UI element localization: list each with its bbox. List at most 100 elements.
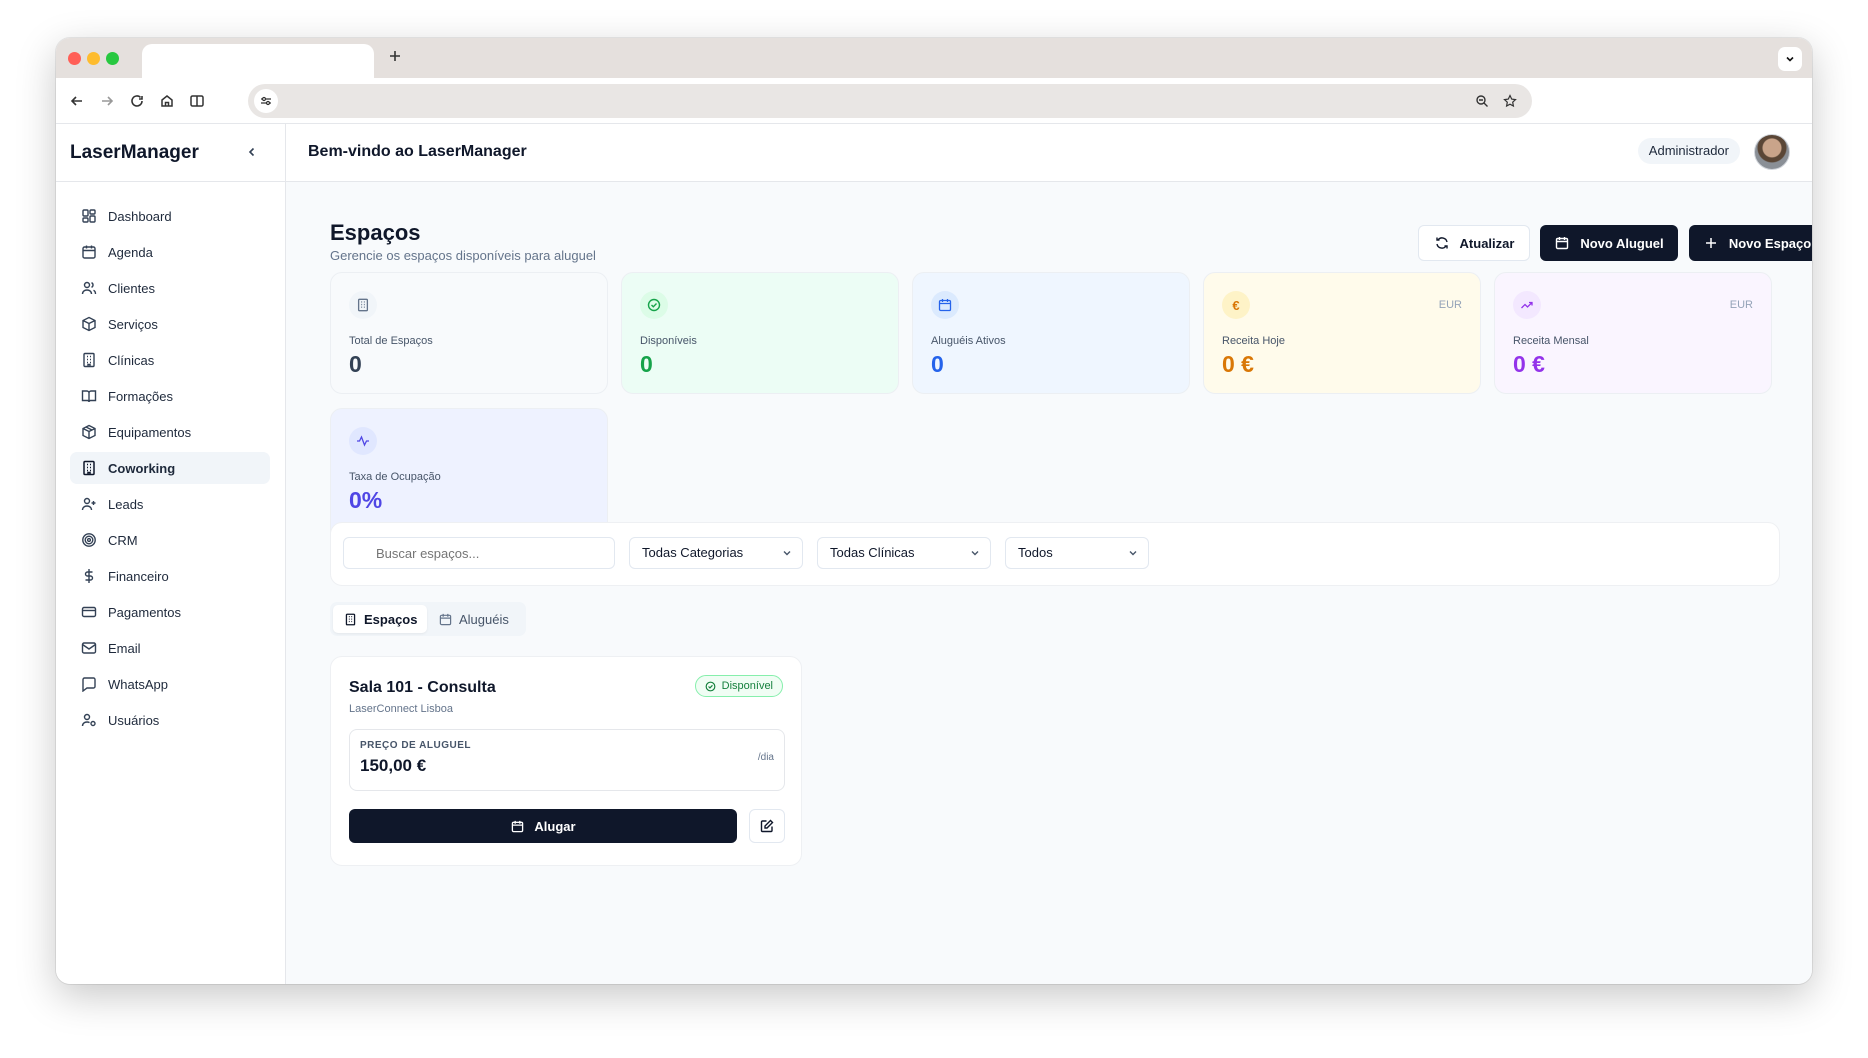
category-select-value: Todas Categorias: [642, 545, 744, 560]
stat-value: 0 €: [1222, 351, 1254, 377]
sidebar-item-label: Pagamentos: [108, 604, 181, 620]
price-value: 150,00 €: [360, 756, 427, 775]
browser-toolbar: [56, 78, 1812, 124]
sidebar-item-label: Usuários: [108, 712, 160, 728]
new-rental-button-label: Novo Aluguel: [1580, 235, 1664, 251]
sidebar-item-agenda[interactable]: Agenda: [70, 236, 270, 268]
rent-button[interactable]: Alugar: [349, 809, 737, 843]
edit-space-button[interactable]: [749, 809, 785, 843]
sidebar-item-label: Email: [108, 640, 141, 656]
arrow-right-icon: [102, 96, 114, 106]
close-window-button[interactable]: [68, 52, 81, 65]
bookmark-button[interactable]: [1500, 91, 1520, 111]
users-icon: [80, 279, 98, 297]
message-icon: [80, 675, 98, 693]
tab-label: Espaços: [364, 611, 418, 627]
site-settings-button[interactable]: [254, 89, 278, 113]
site-settings-icon: [261, 96, 271, 106]
sidebar-item-label: Equipamentos: [108, 424, 192, 440]
back-button[interactable]: [64, 88, 90, 114]
star-icon: [1503, 94, 1517, 108]
sidebar-item-label: Dashboard: [108, 208, 172, 224]
new-tab-button[interactable]: [384, 46, 406, 68]
brand-logo-text: LaserManager: [70, 142, 199, 163]
reload-button[interactable]: [124, 88, 150, 114]
sidebar-item-clientes[interactable]: Clientes: [70, 272, 270, 304]
status-select[interactable]: Todos: [1005, 537, 1149, 569]
chevron-down-icon: [971, 551, 979, 556]
sidebar-item-crm[interactable]: CRM: [70, 524, 270, 556]
sidebar: LaserManager Dashboard Agenda Clientes S…: [56, 124, 286, 984]
zoom-button[interactable]: [1472, 91, 1492, 111]
minimize-window-button[interactable]: [87, 52, 100, 65]
address-bar[interactable]: [248, 84, 1532, 118]
stat-value: 0: [349, 351, 362, 377]
calendar-icon: [510, 819, 524, 833]
new-space-button[interactable]: Novo Espaço: [1689, 225, 1812, 261]
forward-button[interactable]: [94, 88, 120, 114]
check-circle-icon: [705, 680, 717, 692]
tab-rentals[interactable]: Aluguéis: [428, 605, 519, 633]
clinic-select[interactable]: Todas Clínicas: [817, 537, 991, 569]
stat-card-available: Disponíveis 0: [621, 272, 899, 394]
target-icon: [80, 531, 98, 549]
clinic-select-value: Todas Clínicas: [830, 545, 915, 560]
calendar-icon: [80, 243, 98, 261]
sidebar-item-clinicas[interactable]: Clínicas: [70, 344, 270, 376]
refresh-button[interactable]: Atualizar: [1418, 225, 1530, 261]
search-input[interactable]: [343, 537, 615, 569]
maximize-window-button[interactable]: [106, 52, 119, 65]
new-rental-button[interactable]: Novo Aluguel: [1540, 225, 1678, 261]
sidebar-item-label: Coworking: [108, 460, 176, 476]
activity-icon: [349, 427, 377, 455]
sidebar-item-servicos[interactable]: Serviços: [70, 308, 270, 340]
sidebar-item-leads[interactable]: Leads: [70, 488, 270, 520]
category-select[interactable]: Todas Categorias: [629, 537, 803, 569]
role-badge: Administrador: [1637, 138, 1740, 164]
price-box: PREÇO DE ALUGUEL 150,00 € /dia: [349, 729, 785, 791]
sidebar-item-email[interactable]: Email: [70, 632, 270, 664]
calendar-icon: [1554, 235, 1570, 251]
page-subtitle: Gerencie os espaços disponíveis para alu…: [330, 248, 596, 263]
stat-label: Total de Espaços: [349, 335, 433, 347]
sidebar-item-label: CRM: [108, 532, 138, 548]
stat-value: 0 €: [1513, 351, 1545, 377]
user-cog-icon: [80, 711, 98, 729]
sidebar-item-label: Formações: [108, 388, 174, 404]
stat-label: Aluguéis Ativos: [931, 335, 1006, 347]
reading-view-button[interactable]: [184, 88, 210, 114]
sidebar-item-coworking[interactable]: Coworking: [70, 452, 270, 484]
sidebar-item-whatsapp[interactable]: WhatsApp: [70, 668, 270, 700]
sidebar-item-equipamentos[interactable]: Equipamentos: [70, 416, 270, 448]
tab-menu-button[interactable]: [1778, 47, 1802, 71]
stat-label: Taxa de Ocupação: [349, 471, 441, 483]
home-button[interactable]: [154, 88, 180, 114]
space-clinic: LaserConnect Lisboa: [349, 703, 453, 715]
avatar[interactable]: [1754, 134, 1790, 170]
building-icon: [349, 291, 377, 319]
reload-icon: [131, 95, 143, 107]
collapse-sidebar-button[interactable]: [242, 142, 262, 162]
sidebar-item-label: Agenda: [108, 244, 153, 260]
sidebar-item-financeiro[interactable]: Financeiro: [70, 560, 270, 592]
sidebar-item-usuarios[interactable]: Usuários: [70, 704, 270, 736]
mail-icon: [80, 639, 98, 657]
sidebar-item-label: Clientes: [108, 280, 155, 296]
main-content: Bem-vindo ao LaserManager Administrador …: [286, 124, 1812, 984]
stat-value: 0: [640, 351, 653, 377]
space-title: Sala 101 - Consulta: [349, 679, 496, 696]
chevron-down-icon: [783, 551, 791, 556]
space-card: Sala 101 - Consulta LaserConnect Lisboa …: [330, 656, 802, 866]
home-icon: [161, 95, 173, 107]
stat-card-monthly-revenue: EUR Receita Mensal 0 €: [1494, 272, 1772, 394]
tab-spaces[interactable]: Espaços: [333, 605, 428, 633]
sidebar-item-pagamentos[interactable]: Pagamentos: [70, 596, 270, 628]
sidebar-nav: Dashboard Agenda Clientes Serviços Clíni…: [70, 200, 270, 740]
price-unit: /dia: [757, 752, 774, 763]
user-plus-icon: [80, 495, 98, 513]
sidebar-item-formacoes[interactable]: Formações: [70, 380, 270, 412]
dashboard-icon: [80, 207, 98, 225]
calendar-icon: [931, 291, 959, 319]
browser-tab-active[interactable]: [142, 44, 374, 78]
sidebar-item-dashboard[interactable]: Dashboard: [70, 200, 270, 232]
